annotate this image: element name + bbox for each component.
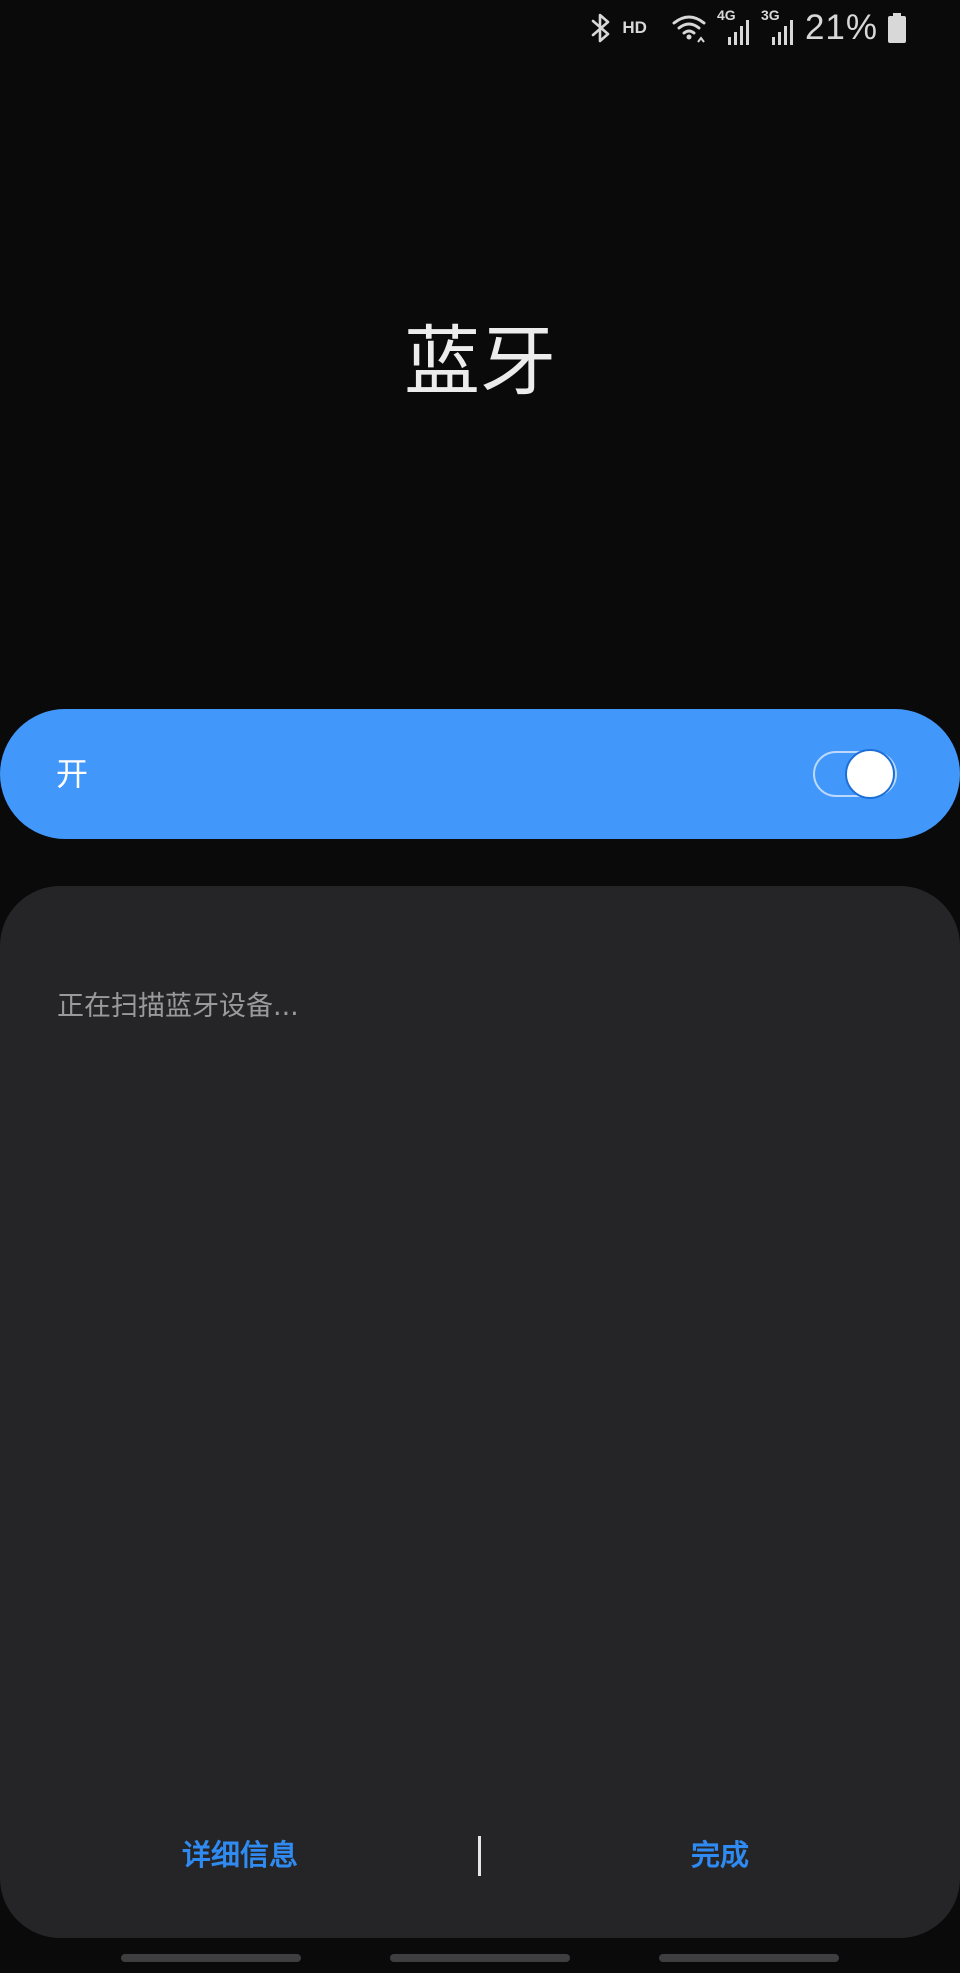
done-button[interactable]: 完成 (600, 1820, 840, 1890)
signal-3g-icon: 3G (761, 7, 795, 45)
home-button[interactable] (390, 1954, 570, 1962)
page-title: 蓝牙 (404, 317, 556, 406)
toggle-knob[interactable] (845, 749, 895, 799)
signal-4g-icon: 4G (717, 7, 751, 45)
battery-percent: 21% (804, 8, 878, 47)
back-button[interactable] (659, 1954, 839, 1962)
bottom-actions: 详细信息 完成 (0, 1820, 960, 1890)
switch-state-label: 开 (56, 755, 89, 793)
devices-card (0, 886, 960, 1938)
status-bar: HD 4G 3G 21% (590, 0, 960, 56)
bluetooth-icon (590, 12, 612, 44)
scan-status-text: 正在扫描蓝牙设备... (57, 991, 299, 1022)
action-divider (478, 1836, 481, 1876)
battery-icon (888, 13, 906, 43)
recent-apps-button[interactable] (121, 1954, 301, 1962)
navigation-bar (0, 1938, 960, 1973)
wifi-icon (671, 12, 707, 44)
hd-voice-label: HD (622, 18, 647, 37)
details-button[interactable]: 详细信息 (120, 1820, 360, 1890)
